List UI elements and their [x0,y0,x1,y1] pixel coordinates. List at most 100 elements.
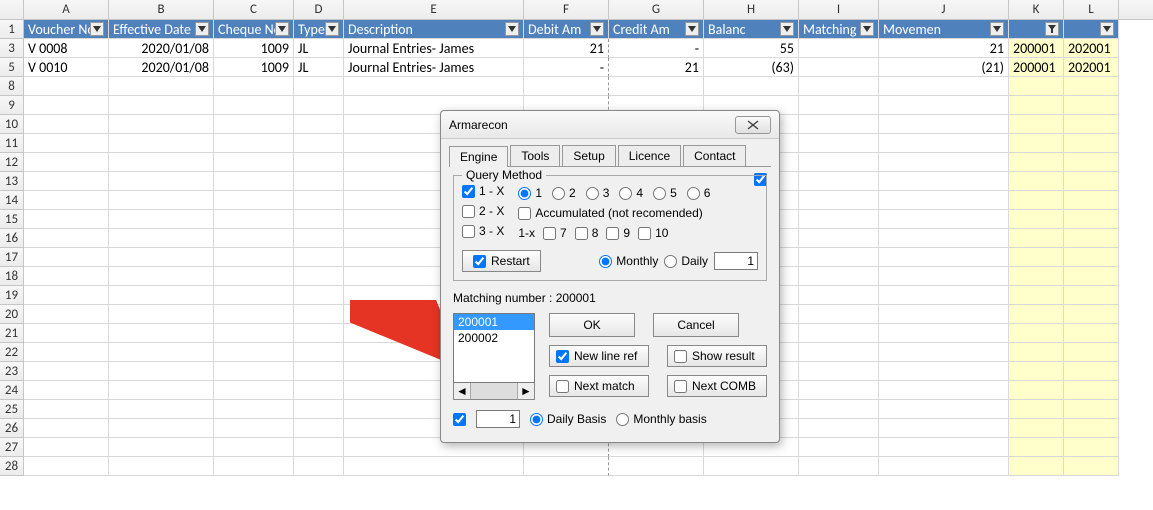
list-scrollbar[interactable]: ◄ ► [453,383,535,400]
row-header-27[interactable]: 27 [0,438,24,457]
cell-I9[interactable] [799,96,879,115]
cell-L10[interactable] [1064,115,1119,134]
cell-K17[interactable] [1009,248,1064,267]
cell-J17[interactable] [879,248,1009,267]
cell-G28[interactable] [609,457,704,476]
onex-check-8[interactable]: 8 [575,226,599,240]
cell-A22[interactable] [24,343,109,362]
filter-icon[interactable] [860,22,874,36]
cell-B3[interactable]: 2020/01/08 [109,39,214,58]
cell-J24[interactable] [879,381,1009,400]
table-header-A[interactable]: Voucher No [24,20,109,39]
cell-C13[interactable] [214,172,294,191]
cell-A8[interactable] [24,77,109,96]
cell-B27[interactable] [109,438,214,457]
row-header-15[interactable]: 15 [0,210,24,229]
cell-B18[interactable] [109,267,214,286]
cell-K28[interactable] [1009,457,1064,476]
cell-K21[interactable] [1009,324,1064,343]
cell-K27[interactable] [1009,438,1064,457]
row-header-16[interactable]: 16 [0,229,24,248]
cell-I18[interactable] [799,267,879,286]
cell-J21[interactable] [879,324,1009,343]
row-header-21[interactable]: 21 [0,324,24,343]
cell-I3[interactable] [799,39,879,58]
table-header-J[interactable]: Movemen [879,20,1009,39]
cell-K14[interactable] [1009,191,1064,210]
row-header-8[interactable]: 8 [0,77,24,96]
col-header-L[interactable]: L [1064,0,1119,19]
cell-L12[interactable] [1064,153,1119,172]
cell-C11[interactable] [214,134,294,153]
row-header-13[interactable]: 13 [0,172,24,191]
row-header-20[interactable]: 20 [0,305,24,324]
cell-D8[interactable] [294,77,344,96]
cell-K11[interactable] [1009,134,1064,153]
cell-B11[interactable] [109,134,214,153]
col-header-I[interactable]: I [799,0,879,19]
cell-K26[interactable] [1009,419,1064,438]
cell-H8[interactable] [704,77,799,96]
cell-B19[interactable] [109,286,214,305]
cell-C15[interactable] [214,210,294,229]
cell-C10[interactable] [214,115,294,134]
cell-A3[interactable]: V 0008 [24,39,109,58]
cell-L3[interactable]: 202001 [1064,39,1119,58]
cell-C16[interactable] [214,229,294,248]
period-daily-radio[interactable]: Daily [664,254,708,268]
cell-D24[interactable] [294,381,344,400]
col-header-D[interactable]: D [294,0,344,19]
row-header-18[interactable]: 18 [0,267,24,286]
col-header-K[interactable]: K [1009,0,1064,19]
cell-C21[interactable] [214,324,294,343]
col-header-J[interactable]: J [879,0,1009,19]
cell-B10[interactable] [109,115,214,134]
cell-J14[interactable] [879,191,1009,210]
monthly-basis-radio[interactable]: Monthly basis [616,412,706,426]
cell-L26[interactable] [1064,419,1119,438]
restart-checkbox[interactable] [473,255,486,268]
cell-E28[interactable] [344,457,524,476]
cell-A26[interactable] [24,419,109,438]
cell-A17[interactable] [24,248,109,267]
tab-setup[interactable]: Setup [562,145,615,166]
row-header-1[interactable]: 1 [0,20,24,39]
num-radio-6[interactable]: 6 [687,186,711,200]
cell-L28[interactable] [1064,457,1119,476]
table-header-G[interactable]: Credit Am [609,20,704,39]
cell-I8[interactable] [799,77,879,96]
scroll-left-icon[interactable]: ◄ [454,383,471,399]
filter-icon[interactable] [90,22,104,36]
table-header-H[interactable]: Balanc [704,20,799,39]
scroll-right-icon[interactable]: ► [517,383,534,399]
cell-A9[interactable] [24,96,109,115]
onex-check-10[interactable]: 10 [638,226,668,240]
col-header-B[interactable]: B [109,0,214,19]
cell-B8[interactable] [109,77,214,96]
cell-J18[interactable] [879,267,1009,286]
cell-B17[interactable] [109,248,214,267]
row-header-3[interactable]: 3 [0,39,24,58]
cell-D22[interactable] [294,343,344,362]
table-header-D[interactable]: Type [294,20,344,39]
cell-C23[interactable] [214,362,294,381]
cell-K22[interactable] [1009,343,1064,362]
cell-H28[interactable] [704,457,799,476]
cell-D15[interactable] [294,210,344,229]
qm-check-3 - X[interactable]: 3 - X [462,224,504,238]
cell-C5[interactable]: 1009 [214,58,294,77]
col-header-A[interactable]: A [24,0,109,19]
cell-C25[interactable] [214,400,294,419]
period-monthly-radio[interactable]: Monthly [599,254,658,268]
cell-A19[interactable] [24,286,109,305]
filter-icon[interactable] [1100,22,1114,36]
select-all-corner[interactable] [0,0,24,19]
row-header-25[interactable]: 25 [0,400,24,419]
cell-I22[interactable] [799,343,879,362]
cell-J22[interactable] [879,343,1009,362]
cell-E3[interactable]: Journal Entries- James [344,39,524,58]
cell-D27[interactable] [294,438,344,457]
tab-tools[interactable]: Tools [510,145,560,166]
num-radio-5[interactable]: 5 [653,186,677,200]
num-radio-2[interactable]: 2 [552,186,576,200]
